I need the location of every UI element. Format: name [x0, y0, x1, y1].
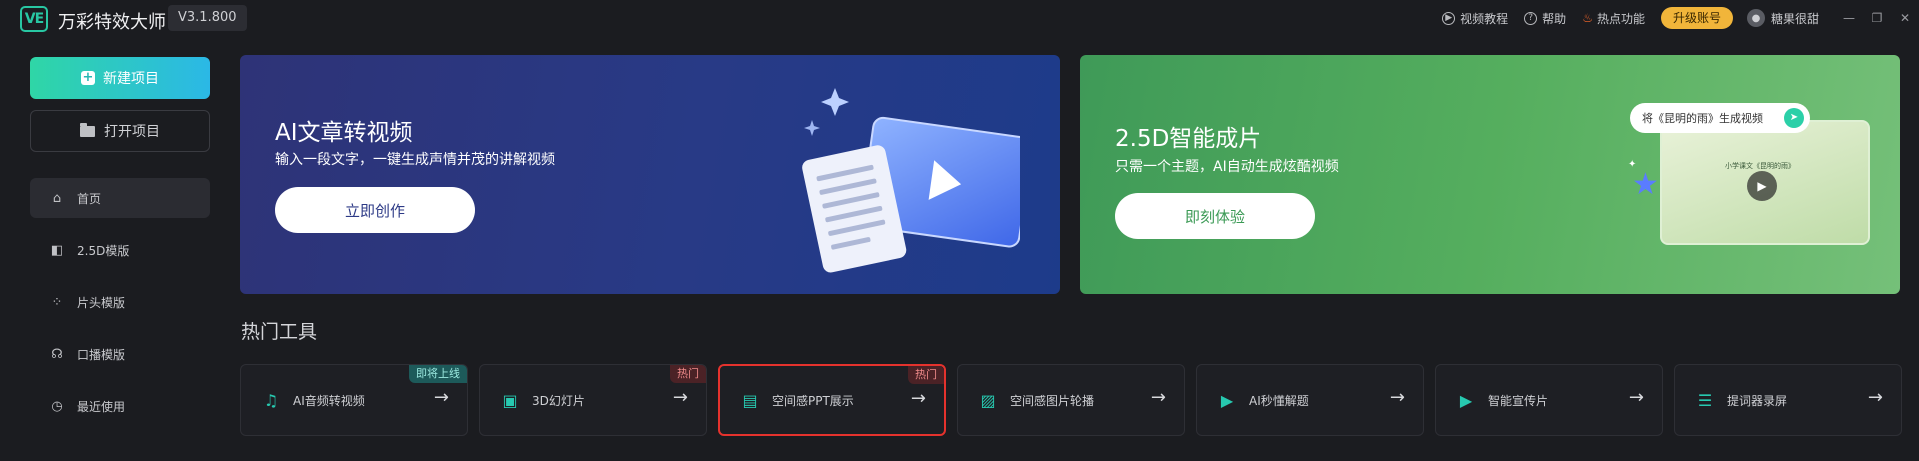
upgrade-account-button[interactable]: 升级账号: [1660, 7, 1733, 29]
sidebar-item-presenter-templates[interactable]: ☊ 口播模版: [30, 334, 210, 374]
grid-icon: ⁘: [51, 294, 63, 310]
sidebar: + 新建项目 打开项目 ⌂ 首页 ◧ 2.5D模版 ⁘ 片头模版 ☊ 口播模版 …: [0, 38, 220, 461]
sidebar-item-intro-templates[interactable]: ⁘ 片头模版: [30, 282, 210, 322]
arrow-right-icon: →: [1628, 387, 1644, 408]
banner-title: 2.5D智能成片: [1115, 126, 1262, 152]
arrow-right-icon: →: [433, 387, 449, 408]
plus-icon: +: [81, 70, 95, 85]
hot-tools-title: 热门工具: [241, 321, 318, 343]
coming-soon-badge: 即将上线: [409, 365, 467, 383]
try-now-button[interactable]: 即刻体验: [1115, 193, 1315, 239]
tool-label: AI音频转视频: [293, 393, 365, 408]
sidebar-item-label: 2.5D模版: [77, 243, 130, 258]
open-project-button[interactable]: 打开项目: [30, 110, 210, 152]
help-link[interactable]: ? 帮助: [1524, 10, 1566, 27]
avatar: ●: [1746, 9, 1765, 27]
tool-teleprompter-recording[interactable]: ☰ 提词器录屏 →: [1674, 364, 1902, 436]
hot-features-link[interactable]: ♨ 热点功能: [1582, 10, 1645, 27]
preview-caption: 将《昆明的雨》生成视频: [1642, 112, 1763, 125]
hot-badge: 热门: [908, 366, 944, 384]
sidebar-item-label: 片头模版: [77, 295, 126, 310]
document-video-illustration: [802, 88, 1020, 273]
preview-pill: 将《昆明的雨》生成视频 ➤: [1630, 103, 1810, 133]
tool-spatial-image-carousel[interactable]: ▨ 空间感图片轮播 →: [957, 364, 1185, 436]
help-label: 帮助: [1542, 11, 1567, 26]
banner-subtitle: 输入一段文字，一键生成声情并茂的讲解视频: [275, 152, 555, 168]
tool-ai-problem-solving[interactable]: ▶ AI秒懂解题 →: [1196, 364, 1424, 436]
arrow-right-icon: →: [910, 388, 926, 409]
promo-video-icon: ▶: [1459, 390, 1473, 410]
question-icon: ?: [1524, 11, 1538, 25]
play-circle-icon: ▶: [1442, 11, 1456, 25]
new-project-label: 新建项目: [103, 71, 159, 87]
sidebar-item-25d-templates[interactable]: ◧ 2.5D模版: [30, 230, 210, 270]
sidebar-item-home[interactable]: ⌂ 首页: [30, 178, 210, 218]
close-button[interactable]: ✕: [1891, 11, 1919, 25]
hot-badge: 热门: [670, 365, 706, 383]
home-icon: ⌂: [52, 190, 62, 206]
music-note-icon: ♫: [263, 390, 279, 410]
app-logo: VE: [20, 6, 48, 32]
flame-icon: ♨: [1582, 11, 1593, 25]
tool-smart-promo-video[interactable]: ▶ 智能宣传片 →: [1435, 364, 1663, 436]
tool-label: 空间感图片轮播: [1010, 393, 1095, 408]
clock-icon: ◷: [51, 398, 63, 414]
app-title: 万彩特效大师: [58, 12, 166, 33]
tool-label: AI秒懂解题: [1249, 393, 1309, 408]
arrow-right-icon: →: [1150, 387, 1166, 408]
minimize-button[interactable]: —: [1835, 11, 1863, 25]
sidebar-item-recent[interactable]: ◷ 最近使用: [30, 386, 210, 426]
cube-icon: ◧: [50, 242, 64, 258]
arrow-right-icon: →: [1389, 387, 1405, 408]
user-menu[interactable]: ● 糖果很甜: [1746, 9, 1819, 27]
presentation-icon: ▤: [742, 390, 758, 410]
magic-wand-icon: ★: [1632, 167, 1659, 202]
slides-icon: ▣: [502, 390, 518, 410]
sidebar-item-label: 首页: [77, 191, 102, 206]
tool-3d-slides[interactable]: ▣ 3D幻灯片 热门 →: [479, 364, 707, 436]
title-bar: VE 万彩特效大师 V3.1.800 ▶ 视频教程 ? 帮助 ♨ 热点功能 升级…: [0, 0, 1919, 38]
video-tutorial-label: 视频教程: [1460, 11, 1509, 26]
tool-ai-audio-to-video[interactable]: ♫ AI音频转视频 即将上线 →: [240, 364, 468, 436]
banner-subtitle: 只需一个主题，AI自动生成炫酷视频: [1115, 159, 1339, 175]
image-icon: ▨: [980, 390, 996, 410]
teleprompter-icon: ☰: [1697, 390, 1713, 410]
video-tutorial-link[interactable]: ▶ 视频教程: [1442, 10, 1508, 27]
tool-label: 3D幻灯片: [532, 393, 585, 408]
arrow-right-icon: →: [1867, 387, 1883, 408]
maximize-button[interactable]: ❐: [1863, 11, 1891, 25]
tool-label: 提词器录屏: [1727, 393, 1788, 408]
arrow-right-icon: →: [672, 387, 688, 408]
folder-icon: [80, 122, 95, 137]
version-badge: V3.1.800: [168, 5, 247, 31]
create-now-button[interactable]: 立即创作: [275, 187, 475, 233]
tool-spatial-ppt[interactable]: ▤ 空间感PPT展示 热门 →: [718, 364, 946, 436]
sidebar-item-label: 口播模版: [77, 347, 126, 362]
hot-features-label: 热点功能: [1596, 11, 1645, 26]
sparkle-icon: ✦: [1628, 159, 1637, 170]
preview-inner-title: 小学课文《昆明的雨》: [1725, 162, 1795, 170]
tool-label: 空间感PPT展示: [772, 393, 854, 408]
sidebar-item-label: 最近使用: [77, 399, 126, 414]
presenter-icon: ☊: [51, 346, 63, 362]
banner-ai-article-to-video[interactable]: AI文章转视频 输入一段文字，一键生成声情并茂的讲解视频 立即创作: [240, 55, 1060, 294]
ai-video-icon: ▶: [1220, 390, 1234, 410]
play-icon: ▶: [1747, 171, 1777, 201]
send-icon: ➤: [1784, 108, 1804, 128]
banner-25d-smart-video[interactable]: 2.5D智能成片 只需一个主题，AI自动生成炫酷视频 即刻体验 将《昆明的雨》生…: [1080, 55, 1900, 294]
tool-label: 智能宣传片: [1488, 393, 1549, 408]
new-project-button[interactable]: + 新建项目: [30, 57, 210, 99]
username: 糖果很甜: [1770, 11, 1819, 26]
open-project-label: 打开项目: [104, 124, 160, 140]
banner-title: AI文章转视频: [275, 120, 413, 146]
top-right-bar: ▶ 视频教程 ? 帮助 ♨ 热点功能 升级账号 ● 糖果很甜 — ❐ ✕: [1442, 0, 1919, 36]
